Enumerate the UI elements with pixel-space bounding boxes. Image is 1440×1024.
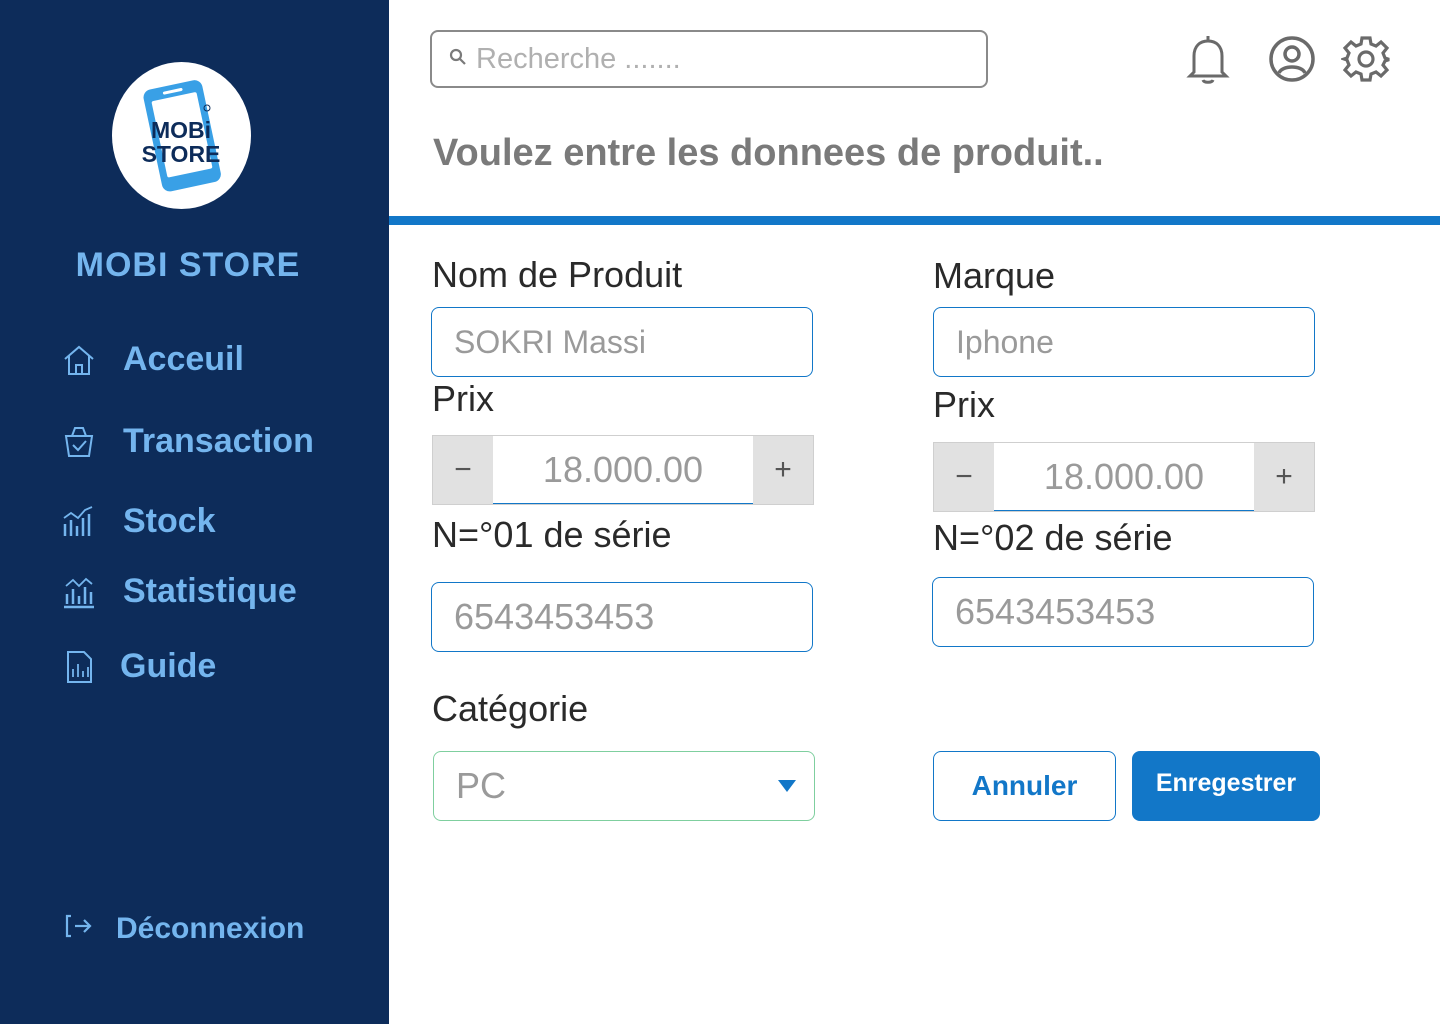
sidebar-item-statistique[interactable]: Statistique [60,572,297,611]
increment-button[interactable]: + [1254,443,1314,511]
search-bar [430,30,988,88]
sidebar-item-label: Statistique [123,572,297,610]
header-divider [389,216,1440,225]
category-select[interactable]: PC [433,751,815,821]
price-value[interactable]: 18.000.00 [994,443,1254,511]
brand-label: Marque [933,255,1056,296]
page-title: Voulez entre les donnees de produit.. [433,132,1104,174]
logo: MOBi STORE [112,62,251,209]
caret-down-icon [778,780,796,792]
gear-icon[interactable] [1341,32,1391,86]
price-value[interactable]: 18.000.00 [493,436,753,504]
sidebar-item-label: Acceuil [123,340,244,378]
logo-text-top: MOBi [151,117,211,143]
stock-chart-icon [60,503,98,541]
serial-field-right[interactable] [932,577,1314,647]
decrement-button[interactable]: − [934,443,994,511]
cancel-button[interactable]: Annuler [933,751,1116,821]
decrement-button[interactable]: − [433,436,493,504]
phone-logo-icon: MOBi STORE [142,80,221,192]
price-label-right: Prix [933,384,995,425]
sidebar-item-label: Guide [120,647,217,685]
logo-text-bottom: STORE [142,141,221,167]
serial-label-left: N=°01 de série [432,514,672,555]
price-label-left: Prix [432,378,494,419]
logout-button[interactable]: Déconnexion [62,910,304,947]
logout-label: Déconnexion [116,911,305,945]
bell-icon[interactable] [1183,32,1233,86]
document-chart-icon [60,648,98,686]
sidebar: MOBi STORE MOBI STORE Acceuil Transactio… [0,0,389,1024]
brand-name: MOBI STORE [75,246,301,284]
category-value: PC [456,765,507,806]
price-stepper-right: − 18.000.00 + [933,442,1315,512]
serial-field-left[interactable] [431,582,813,652]
statistics-chart-icon [60,573,98,611]
category-label: Catégorie [432,688,589,729]
logout-icon [62,910,94,947]
sidebar-item-label: Stock [123,502,216,540]
sidebar-item-transaction[interactable]: Transaction [60,422,314,461]
user-circle-icon[interactable] [1267,32,1317,86]
search-icon [448,47,468,72]
sidebar-item-acceuil[interactable]: Acceuil [60,340,244,379]
product-name-label: Nom de Produit [432,254,683,295]
serial-label-right: N=°02 de série [933,517,1173,558]
sidebar-item-label: Transaction [123,422,314,460]
price-stepper-left: − 18.000.00 + [432,435,814,505]
increment-button[interactable]: + [753,436,813,504]
search-input[interactable] [476,42,956,76]
basket-check-icon [60,423,98,461]
home-icon [60,341,98,379]
save-button[interactable]: Enregestrer [1132,751,1320,821]
sidebar-item-guide[interactable]: Guide [60,647,216,686]
sidebar-item-stock[interactable]: Stock [60,502,216,541]
product-name-field[interactable] [431,307,813,377]
brand-field[interactable] [933,307,1315,377]
